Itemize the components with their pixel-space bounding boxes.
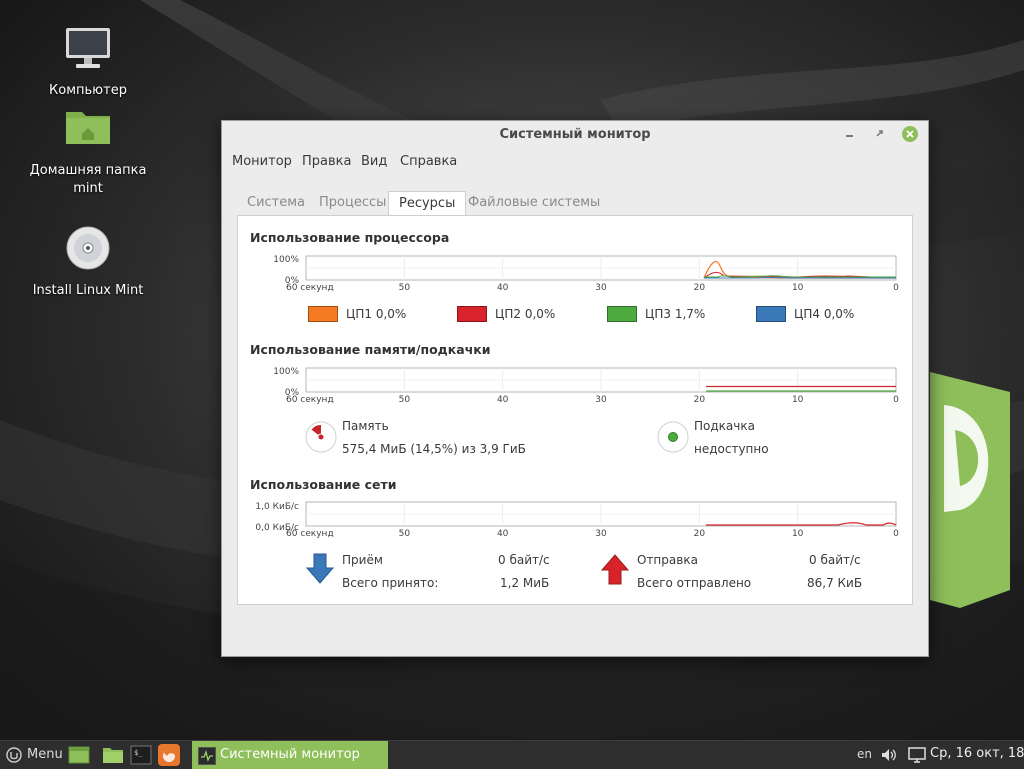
show-desktop-icon[interactable] bbox=[68, 744, 90, 766]
volume-icon[interactable] bbox=[880, 747, 898, 763]
memory-section-title: Использование памяти/подкачки bbox=[250, 342, 491, 357]
window-titlebar[interactable]: Системный монитор bbox=[222, 121, 928, 149]
svg-text:$_: $_ bbox=[134, 749, 143, 757]
menu-help[interactable]: Справка bbox=[400, 154, 457, 169]
network-x-tick: 40 bbox=[497, 529, 509, 539]
cpu-x-tick: 50 bbox=[399, 283, 411, 293]
mint-logo-wallpaper bbox=[930, 372, 1010, 608]
cpu-x-tick: 30 bbox=[595, 283, 607, 293]
taskbar-item-system-monitor[interactable]: Системный монитор bbox=[192, 741, 388, 769]
cpu-section-title: Использование процессора bbox=[250, 230, 449, 245]
memory-x-tick: 10 bbox=[792, 395, 804, 405]
display-icon[interactable] bbox=[908, 747, 926, 763]
terminal-icon[interactable]: $_ bbox=[130, 744, 152, 766]
cpu-x-tick: 20 bbox=[694, 283, 706, 293]
menu-bar: Монитор Правка Вид Справка bbox=[222, 149, 928, 175]
menu-monitor[interactable]: Монитор bbox=[232, 154, 292, 169]
network-y-top: 1,0 КиБ/с bbox=[255, 502, 299, 512]
window-title: Системный монитор bbox=[265, 127, 885, 142]
network-x-tick: 20 bbox=[694, 529, 706, 539]
desktop-icon-computer[interactable]: Компьютер bbox=[28, 24, 148, 100]
tab-system[interactable]: Система bbox=[237, 191, 315, 215]
memory-pie-icon[interactable] bbox=[305, 421, 337, 453]
disc-icon bbox=[64, 224, 112, 272]
cpu1-legend: ЦП1 0,0% bbox=[346, 307, 406, 321]
minimize-icon bbox=[842, 126, 858, 142]
cpu1-swatch[interactable] bbox=[308, 306, 338, 322]
network-x-tick: 0 bbox=[893, 529, 899, 539]
memory-x-tick: 30 bbox=[595, 395, 607, 405]
tab-filesystems[interactable]: Файловые системы bbox=[458, 191, 610, 215]
menu-edit[interactable]: Правка bbox=[302, 154, 351, 169]
upload-arrow-icon bbox=[600, 552, 630, 586]
cpu2-legend: ЦП2 0,0% bbox=[495, 307, 555, 321]
cpu-x-tick: 40 bbox=[497, 283, 509, 293]
recv-rate: 0 байт/с bbox=[498, 553, 550, 567]
swap-value: недоступно bbox=[694, 442, 769, 456]
memory-x-tick: 20 bbox=[694, 395, 706, 405]
menu-button[interactable]: Menu bbox=[6, 745, 63, 765]
desktop-icon-home[interactable]: Домашняя папка mint bbox=[28, 104, 148, 198]
cpu3-legend: ЦП3 1,7% bbox=[645, 307, 705, 321]
send-label: Отправка bbox=[637, 553, 698, 567]
network-x-tick: 60 секунд bbox=[286, 529, 334, 539]
memory-graph: 100% 0% 60 секунд50403020100 bbox=[238, 362, 912, 432]
firefox-icon[interactable] bbox=[158, 744, 180, 766]
cpu3-swatch[interactable] bbox=[607, 306, 637, 322]
menu-label: Menu bbox=[27, 747, 63, 762]
cpu2-swatch[interactable] bbox=[457, 306, 487, 322]
system-monitor-window: Системный монитор Монитор Правка Вид Спр… bbox=[221, 120, 929, 657]
desktop-icon-label: Домашняя папка mint bbox=[28, 162, 148, 198]
memory-x-tick: 40 bbox=[497, 395, 509, 405]
maximize-icon bbox=[872, 126, 888, 142]
taskbar: Menu $_ Системный монитор en Ср, 16 окт,… bbox=[0, 740, 1024, 769]
desktop: Компьютер Домашняя папка mint Install Li… bbox=[0, 0, 1024, 740]
close-icon bbox=[902, 126, 918, 142]
memory-y-top: 100% bbox=[273, 367, 299, 377]
recv-total-label: Всего принято: bbox=[342, 576, 438, 590]
swap-label: Подкачка bbox=[694, 419, 755, 433]
menu-view[interactable]: Вид bbox=[361, 154, 387, 169]
recv-total: 1,2 МиБ bbox=[500, 576, 549, 590]
network-x-tick: 10 bbox=[792, 529, 804, 539]
taskbar-item-label: Системный монитор bbox=[220, 741, 360, 769]
send-total: 86,7 КиБ bbox=[807, 576, 862, 590]
recv-label: Приём bbox=[342, 553, 383, 567]
tab-resources[interactable]: Ресурсы bbox=[388, 191, 466, 217]
download-arrow-icon bbox=[305, 552, 335, 586]
cpu-y-top: 100% bbox=[273, 255, 299, 265]
clock[interactable]: Ср, 16 окт, 18:03 bbox=[930, 746, 1024, 761]
desktop-icon-install[interactable]: Install Linux Mint bbox=[28, 224, 148, 300]
memory-label: Память bbox=[342, 419, 389, 433]
desktop-icon-label: Install Linux Mint bbox=[28, 282, 148, 300]
network-section-title: Использование сети bbox=[250, 477, 396, 492]
resources-panel: Использование процессора 100% 0% 60 секу… bbox=[237, 215, 913, 605]
cpu4-legend: ЦП4 0,0% bbox=[794, 307, 854, 321]
network-x-tick: 50 bbox=[399, 529, 411, 539]
send-total-label: Всего отправлено bbox=[637, 576, 751, 590]
minimize-button[interactable] bbox=[842, 126, 858, 142]
memory-x-tick: 0 bbox=[893, 395, 899, 405]
tab-processes[interactable]: Процессы bbox=[309, 191, 396, 215]
desktop-icon-label: Компьютер bbox=[28, 82, 148, 100]
network-x-tick: 30 bbox=[595, 529, 607, 539]
memory-x-tick: 50 bbox=[399, 395, 411, 405]
files-icon[interactable] bbox=[102, 744, 124, 766]
memory-x-tick: 60 секунд bbox=[286, 395, 334, 405]
cpu-x-tick: 60 секунд bbox=[286, 283, 334, 293]
maximize-button[interactable] bbox=[872, 126, 888, 142]
cpu-x-tick: 10 bbox=[792, 283, 804, 293]
swap-pie-icon[interactable] bbox=[657, 421, 689, 453]
memory-value: 575,4 МиБ (14,5%) из 3,9 ГиБ bbox=[342, 442, 526, 456]
mint-menu-icon bbox=[6, 747, 22, 763]
cpu4-swatch[interactable] bbox=[756, 306, 786, 322]
system-monitor-icon bbox=[198, 747, 216, 765]
cpu-x-tick: 0 bbox=[893, 283, 899, 293]
computer-icon bbox=[64, 24, 112, 72]
keyboard-layout-indicator[interactable]: en bbox=[857, 747, 872, 761]
close-button[interactable] bbox=[902, 126, 918, 142]
home-folder-icon bbox=[64, 104, 112, 152]
send-rate: 0 байт/с bbox=[809, 553, 861, 567]
